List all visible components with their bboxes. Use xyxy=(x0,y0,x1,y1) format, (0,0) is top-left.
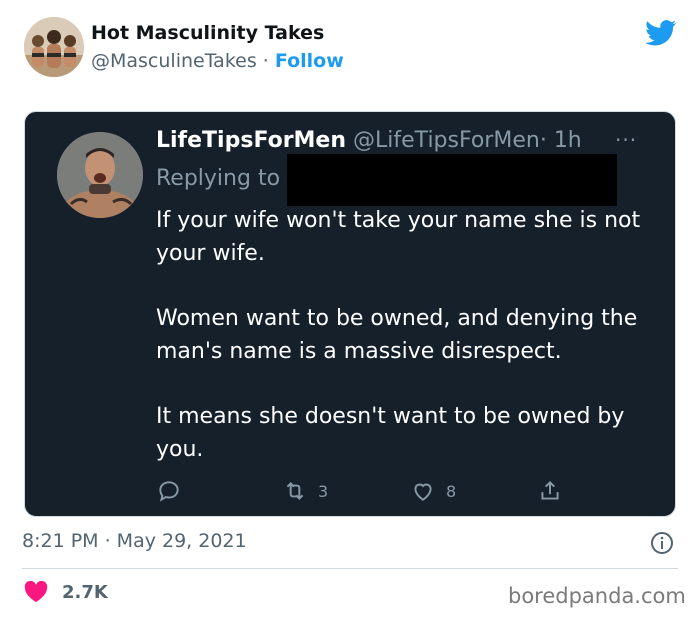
twitter-bird-icon[interactable] xyxy=(645,20,677,46)
author-avatar[interactable] xyxy=(24,17,84,77)
boredpanda-watermark: boredpanda.com xyxy=(508,584,686,608)
footer-divider xyxy=(22,568,678,569)
embedded-tweet-time: · 1h xyxy=(539,128,582,153)
embedded-tweet-header: LifeTipsForMen @LifeTipsForMen· 1h xyxy=(156,128,582,153)
share-action xyxy=(537,477,563,505)
info-icon[interactable] xyxy=(650,531,674,555)
embedded-author-handle: @LifeTipsForMen xyxy=(353,128,540,153)
embedded-tweet-screenshot: LifeTipsForMen @LifeTipsForMen· 1h ··· R… xyxy=(24,111,676,517)
follow-button[interactable]: Follow xyxy=(275,50,344,72)
embedded-author-name: LifeTipsForMen xyxy=(156,128,347,153)
like-action: 8 xyxy=(410,477,456,505)
author-display-name[interactable]: Hot Masculinity Takes xyxy=(91,22,324,44)
separator-dot: · xyxy=(262,50,269,72)
embedded-author-avatar xyxy=(57,132,143,218)
like-total: 2.7K xyxy=(62,581,108,603)
author-handle-row: @MasculineTakes · Follow xyxy=(91,50,344,72)
retweet-action: 3 xyxy=(282,477,328,505)
reply-action xyxy=(156,477,182,505)
like-count: 8 xyxy=(446,481,457,501)
heart-filled-icon xyxy=(24,581,48,602)
retweet-count: 3 xyxy=(318,481,329,501)
more-options-icon: ··· xyxy=(615,128,638,152)
replying-to-label: Replying to xyxy=(156,166,281,191)
redaction-box xyxy=(287,154,617,206)
reply-icon xyxy=(159,481,179,502)
share-icon xyxy=(541,480,559,500)
tweet-timestamp[interactable]: 8:21 PM · May 29, 2021 xyxy=(22,530,247,552)
heart-outline-icon xyxy=(414,483,432,501)
body-paragraph: Women want to be owned, and denying the … xyxy=(156,306,638,364)
body-paragraph: If your wife won't take your name she is… xyxy=(156,208,641,266)
like-button[interactable]: 2.7K xyxy=(24,581,108,603)
body-paragraph: It means she doesn't want to be owned by… xyxy=(156,404,625,462)
tweet-card: Hot Masculinity Takes @MasculineTakes · … xyxy=(0,0,700,620)
embedded-tweet-body: If your wife won't take your name she is… xyxy=(156,204,656,466)
author-handle[interactable]: @MasculineTakes xyxy=(91,50,257,72)
retweet-icon xyxy=(286,482,304,500)
